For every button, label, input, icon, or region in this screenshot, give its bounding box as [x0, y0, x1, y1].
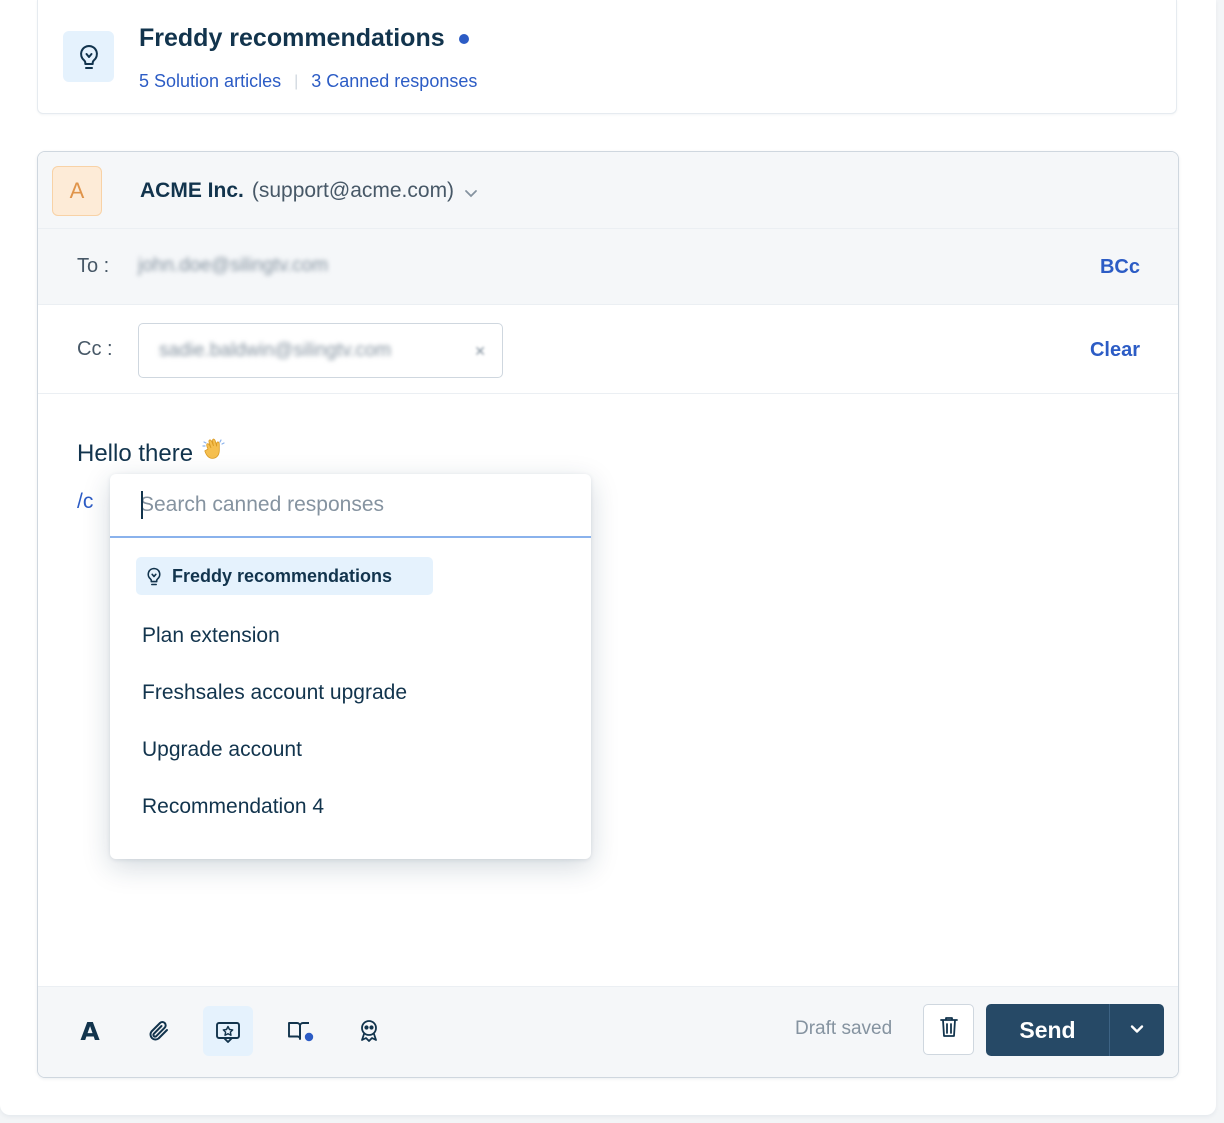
- from-selector[interactable]: ACME Inc. (support@acme.com): [140, 178, 478, 204]
- text-format-icon[interactable]: A: [65, 1006, 115, 1056]
- cc-label: Cc :: [77, 338, 113, 360]
- bcc-button[interactable]: BCc: [1100, 256, 1140, 279]
- canned-response-item[interactable]: Recommendation 4: [142, 795, 324, 819]
- send-options-button[interactable]: [1110, 1004, 1164, 1056]
- chevron-down-icon[interactable]: [464, 180, 478, 204]
- to-row: To : john.doe@silingtv.com BCc: [38, 229, 1178, 305]
- section-tag-label: Freddy recommendations: [172, 565, 393, 586]
- remove-recipient-icon[interactable]: ✕: [474, 343, 486, 360]
- canned-responses-dropdown: Freddy recommendations Plan extension Fr…: [110, 474, 591, 859]
- slash-command-text: /c: [77, 490, 94, 513]
- link-separator: |: [294, 72, 299, 90]
- from-email: (support@acme.com): [251, 179, 455, 202]
- solution-articles-link[interactable]: 5 Solution articles: [139, 71, 281, 92]
- sender-avatar: A: [52, 166, 102, 216]
- text-cursor: [141, 491, 143, 519]
- canned-response-item[interactable]: Freshsales account upgrade: [142, 681, 407, 705]
- attachment-icon[interactable]: [134, 1006, 184, 1056]
- canned-response-icon[interactable]: [203, 1006, 253, 1056]
- freddy-recommendations-tag: Freddy recommendations: [136, 557, 433, 595]
- cc-row: Cc : sadie.baldwin@silingtv.com ✕ Clear: [38, 305, 1178, 394]
- to-label: To :: [77, 255, 110, 277]
- canned-response-item[interactable]: Upgrade account: [142, 738, 302, 762]
- greeting-line: Hello there: [77, 437, 227, 470]
- freddy-title-text: Freddy recommendations: [139, 24, 445, 52]
- chevron-down-icon: [1129, 1021, 1145, 1039]
- delete-draft-button[interactable]: [923, 1004, 974, 1055]
- draft-status: Draft saved: [795, 1018, 893, 1039]
- lightbulb-icon: [63, 31, 114, 82]
- trash-icon: [939, 1015, 959, 1044]
- from-name: ACME Inc.: [140, 179, 244, 202]
- lightbulb-icon: [146, 567, 162, 586]
- to-recipient[interactable]: john.doe@silingtv.com: [138, 255, 328, 277]
- from-row: A ACME Inc. (support@acme.com): [38, 152, 1178, 229]
- canned-search-input[interactable]: [140, 488, 560, 522]
- waving-hand-icon: [201, 437, 227, 470]
- clear-button[interactable]: Clear: [1090, 339, 1140, 362]
- editor-toolbar: A Draft saved Send: [38, 986, 1178, 1077]
- canned-response-item[interactable]: Plan extension: [142, 624, 280, 648]
- canned-responses-link[interactable]: 3 Canned responses: [311, 71, 477, 92]
- canned-search: [110, 474, 591, 538]
- send-button-group: Send: [986, 1004, 1164, 1056]
- freddy-icon[interactable]: [344, 1006, 394, 1056]
- cc-recipient: sadie.baldwin@silingtv.com: [159, 339, 392, 361]
- greeting-text: Hello there: [77, 439, 194, 467]
- new-indicator-dot: [458, 33, 469, 44]
- solution-article-icon[interactable]: [276, 1006, 326, 1056]
- freddy-links: 5 Solution articles | 3 Canned responses: [139, 71, 477, 92]
- send-button[interactable]: Send: [986, 1004, 1110, 1056]
- freddy-recommendations-card: Freddy recommendations 5 Solution articl…: [37, 0, 1177, 114]
- freddy-title: Freddy recommendations: [139, 24, 469, 53]
- cc-recipient-chip[interactable]: sadie.baldwin@silingtv.com ✕: [138, 323, 503, 378]
